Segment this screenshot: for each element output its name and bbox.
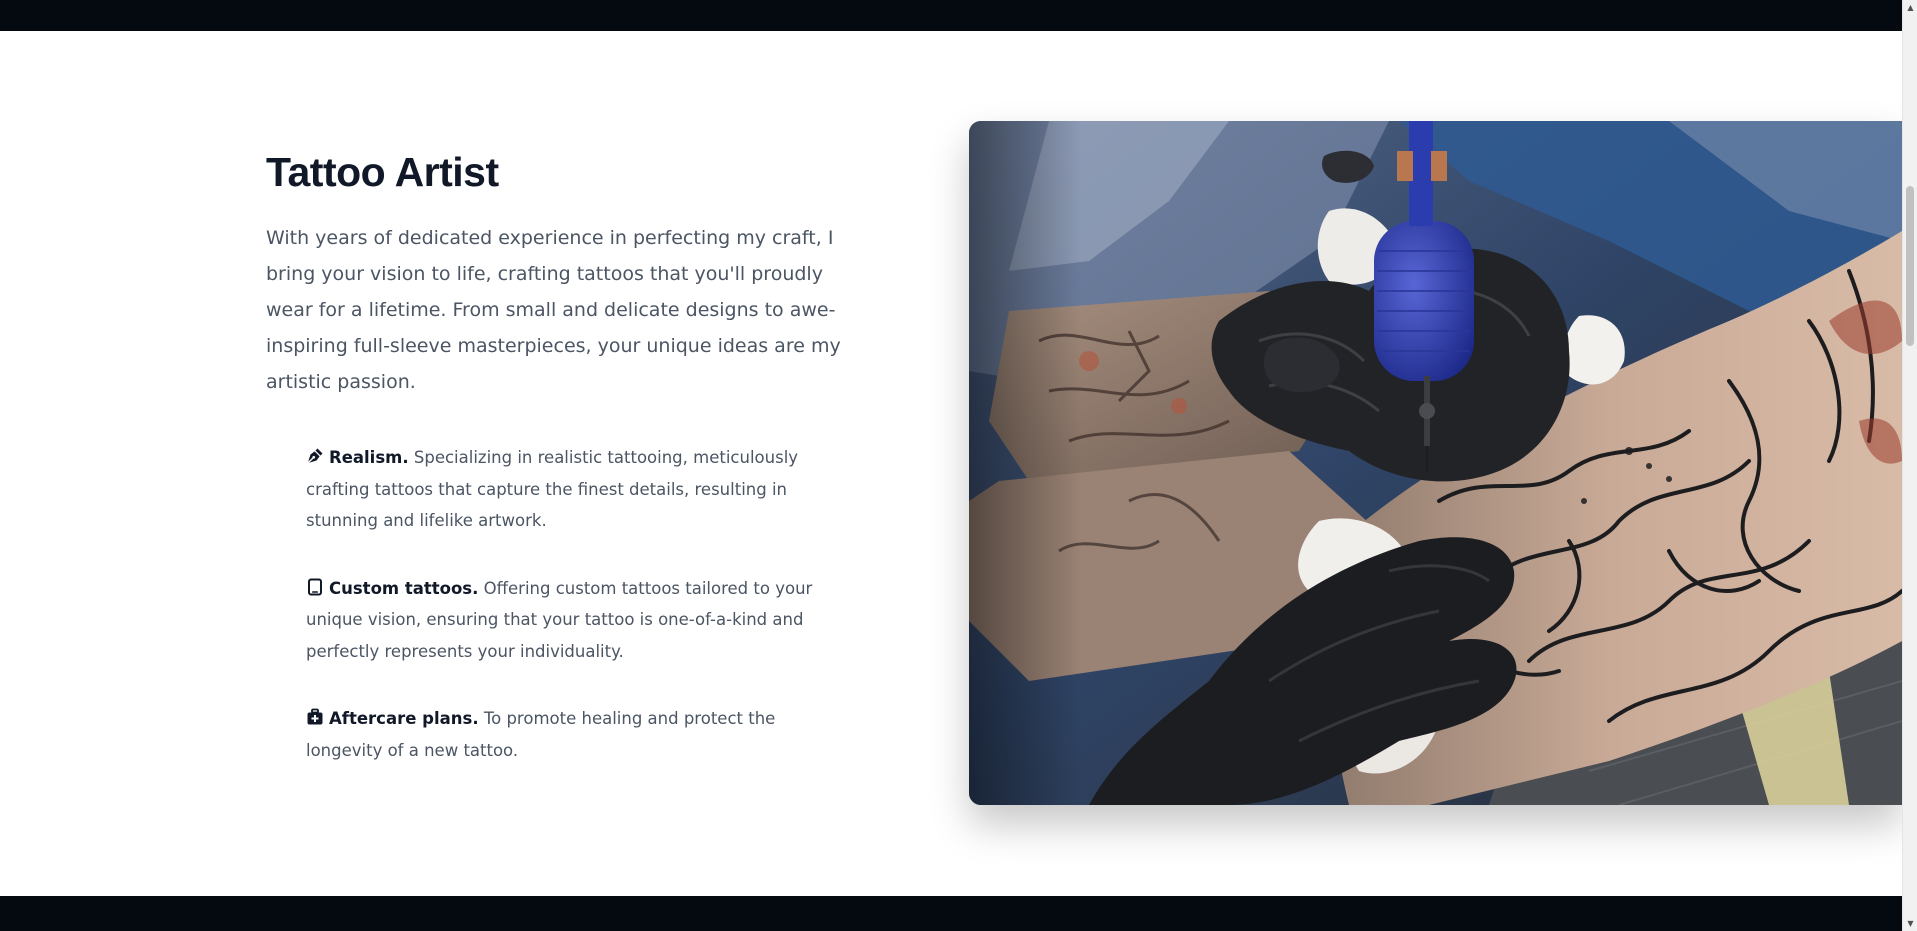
intro-content: Tattoo Artist With years of dedicated ex… [266,146,846,802]
page-scrollbar[interactable]: ▲ ▼ [1902,0,1917,931]
scroll-thumb[interactable] [1906,186,1914,346]
feature-name: Custom tattoos. [329,578,479,598]
section-title: Tattoo Artist [266,149,499,195]
feature-name: Aftercare plans. [329,709,479,728]
bottom-dark-band [0,896,1902,931]
top-dark-band [0,0,1902,31]
tattoo-artist-photo [969,121,1902,805]
feature-list: Realism. Specializing in realistic tatto… [306,442,851,766]
section-lead: With years of dedicated experience in pe… [266,227,841,393]
medical-kit-icon [306,708,324,726]
feature-item-aftercare-plans: Aftercare plans. To promote healing and … [306,703,851,766]
feature-name: Realism. [329,448,409,467]
tablet-icon [306,578,324,596]
pen-nib-icon [306,447,324,465]
scroll-down-icon[interactable]: ▼ [1903,916,1917,931]
scroll-up-icon[interactable]: ▲ [1903,0,1917,15]
feature-item-custom-tattoos: Custom tattoos. Offering custom tattoos … [306,573,851,668]
feature-item-realism: Realism. Specializing in realistic tatto… [306,442,851,537]
page: Tattoo Artist With years of dedicated ex… [0,0,1917,931]
